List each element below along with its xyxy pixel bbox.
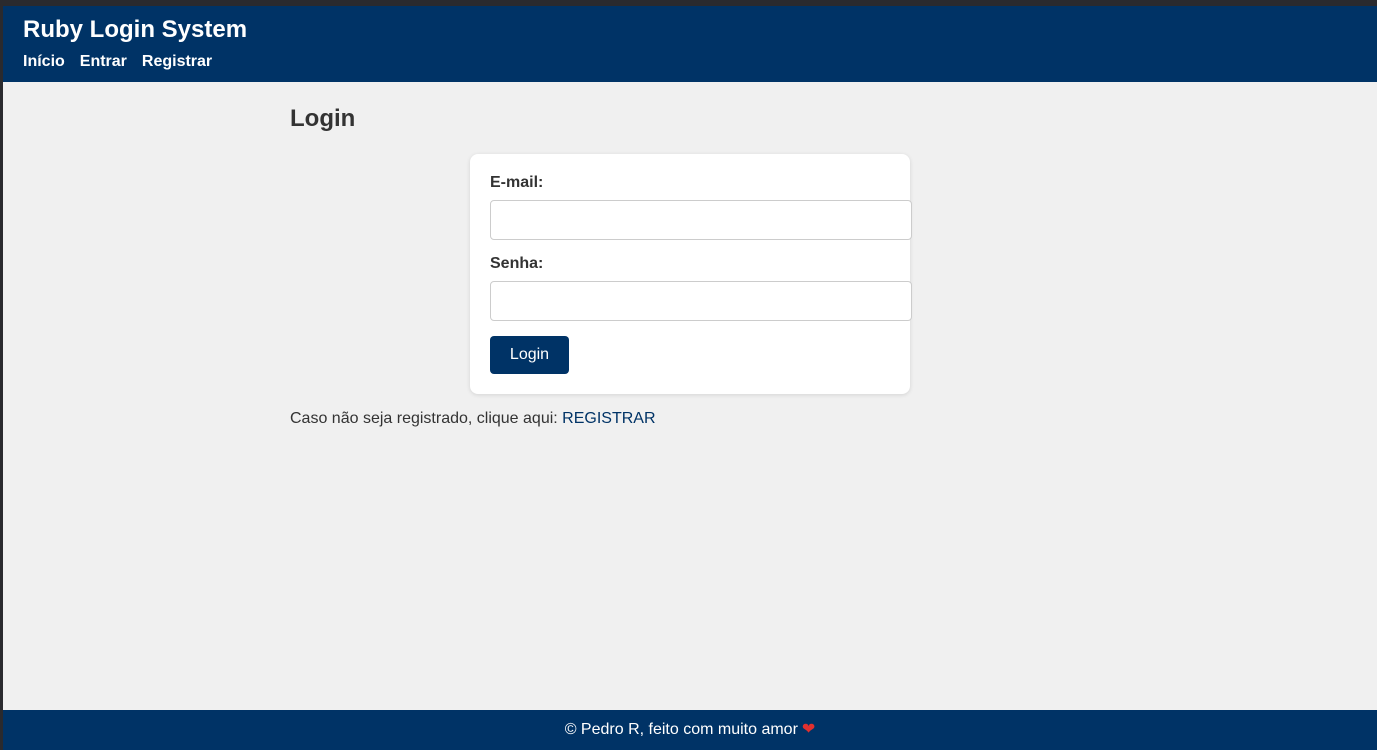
login-form: E-mail: Senha: Login — [470, 154, 912, 394]
site-title: Ruby Login System — [23, 16, 248, 43]
register-link[interactable]: REGISTRAR — [562, 410, 655, 427]
nav-link-entrar[interactable]: Entrar — [80, 53, 127, 71]
register-hint: Caso não seja registrado, clique aqui: R… — [290, 409, 656, 429]
heart-icon: ❤ — [801, 721, 816, 738]
password-input[interactable] — [490, 281, 912, 321]
email-input[interactable] — [490, 200, 912, 240]
register-prompt-text: Caso não seja registrado, clique aqui: — [290, 410, 563, 427]
login-button[interactable]: Login — [490, 336, 569, 374]
top-header: Ruby Login System Início Entrar Registra… — [3, 6, 1377, 82]
page-title: Login — [290, 105, 356, 132]
nav-link-inicio[interactable]: Início — [23, 53, 65, 71]
page-footer: © Pedro R, feito com muito amor ❤ — [3, 710, 1377, 750]
password-label: Senha: — [490, 255, 544, 272]
footer-text: © Pedro R, feito com muito amor — [564, 721, 798, 738]
nav-link-registrar[interactable]: Registrar — [142, 53, 212, 71]
email-label: E-mail: — [490, 174, 544, 191]
browser-viewport: Ruby Login System Início Entrar Registra… — [3, 6, 1377, 750]
main-nav: Início Entrar Registrar — [23, 53, 212, 71]
